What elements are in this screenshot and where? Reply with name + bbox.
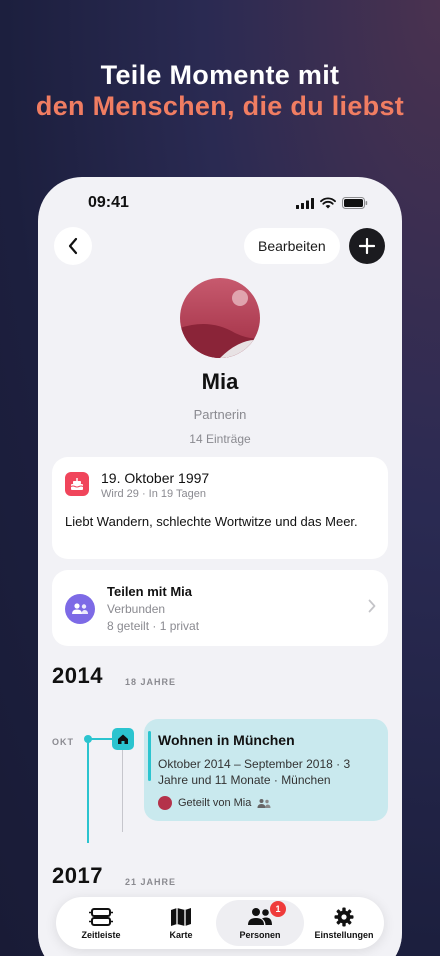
event-accent-bar: [148, 731, 151, 781]
event-detail: Oktober 2014 – September 2018 · 3 Jahre …: [158, 757, 351, 787]
status-bar: 09:41: [38, 193, 402, 215]
tab-label: Personen: [239, 929, 281, 940]
home-icon: [112, 728, 134, 750]
status-time: 09:41: [88, 194, 129, 211]
birthday-date: 19. Oktober 1997: [101, 470, 210, 486]
phone-screen: 09:41 Bearbeiten Mia Partnerin 14 Einträ…: [38, 177, 402, 956]
mini-avatar: [158, 796, 172, 810]
share-title: Teilen mit Mia: [107, 584, 192, 599]
wifi-icon: [320, 197, 336, 209]
timeline-rail: [122, 750, 123, 832]
timeline-year: 2014: [52, 663, 103, 688]
tab-label: Zeitleiste: [81, 929, 121, 940]
tab-label: Karte: [169, 929, 193, 940]
timeline-icon: [89, 907, 113, 926]
chevron-left-icon: [68, 237, 78, 255]
event-title: Wohnen in München: [158, 732, 295, 748]
birthday-note: Liebt Wandern, schlechte Wortwitze und d…: [65, 514, 358, 529]
chevron-right-icon: [368, 599, 376, 613]
profile-name: Mia: [201, 369, 239, 394]
plus-icon: [359, 238, 375, 254]
event-card[interactable]: Wohnen in München Oktober 2014 – Septemb…: [144, 719, 388, 821]
tab-karte[interactable]: Karte: [156, 897, 206, 949]
timeline-dot: [84, 735, 92, 743]
share-people-icon: [65, 594, 95, 624]
share-stats: 8 geteilt · 1 privat: [107, 619, 200, 633]
timeline-connector: [90, 738, 112, 740]
cake-icon: [65, 472, 89, 496]
shared-people-icon: [257, 798, 271, 808]
headline-line-1: Teile Momente mit: [100, 60, 340, 90]
timeline-years-ago: 18 JAHRE: [125, 677, 177, 687]
timeline-year: 2017: [52, 863, 103, 888]
tab-bar: Zeitleiste Karte Personen 1 Einstellunge…: [56, 897, 384, 949]
add-button[interactable]: [349, 228, 385, 264]
profile-entry-count: 14 Einträge: [189, 432, 251, 446]
event-month: OKT: [52, 737, 74, 747]
map-icon: [171, 907, 191, 926]
tab-label: Einstellungen: [314, 929, 374, 940]
birthday-card[interactable]: 19. Oktober 1997 Wird 29 · In 19 Tagen L…: [52, 457, 388, 559]
timeline-span-line: [87, 740, 89, 843]
edit-button[interactable]: Bearbeiten: [244, 228, 340, 264]
event-shared-by-label: Geteilt von Mia: [178, 797, 252, 809]
status-icons: [296, 197, 368, 209]
promo-headline: Teile Momente mit den Menschen, die du l…: [0, 60, 440, 122]
tab-zeitleiste[interactable]: Zeitleiste: [76, 897, 126, 949]
tab-personen[interactable]: Personen 1: [216, 897, 304, 949]
headline-line-2: den Menschen, die du liebst: [35, 91, 405, 121]
profile-role: Partnerin: [193, 407, 247, 422]
profile-avatar[interactable]: [180, 278, 260, 358]
cellular-signal-icon: [296, 197, 314, 209]
share-card[interactable]: Teilen mit Mia Verbunden 8 geteilt · 1 p…: [52, 570, 388, 646]
notification-badge: 1: [270, 901, 286, 917]
gear-icon: [334, 907, 354, 926]
event-shared-by: Geteilt von Mia: [158, 796, 271, 810]
battery-icon: [342, 197, 368, 209]
timeline-years-ago: 21 JAHRE: [125, 877, 177, 887]
avatar-photo: [180, 278, 260, 358]
birthday-countdown: Wird 29 · In 19 Tagen: [101, 488, 206, 500]
share-status: Verbunden: [107, 602, 166, 616]
tab-einstellungen[interactable]: Einstellungen: [308, 897, 380, 949]
back-button[interactable]: [54, 227, 92, 265]
